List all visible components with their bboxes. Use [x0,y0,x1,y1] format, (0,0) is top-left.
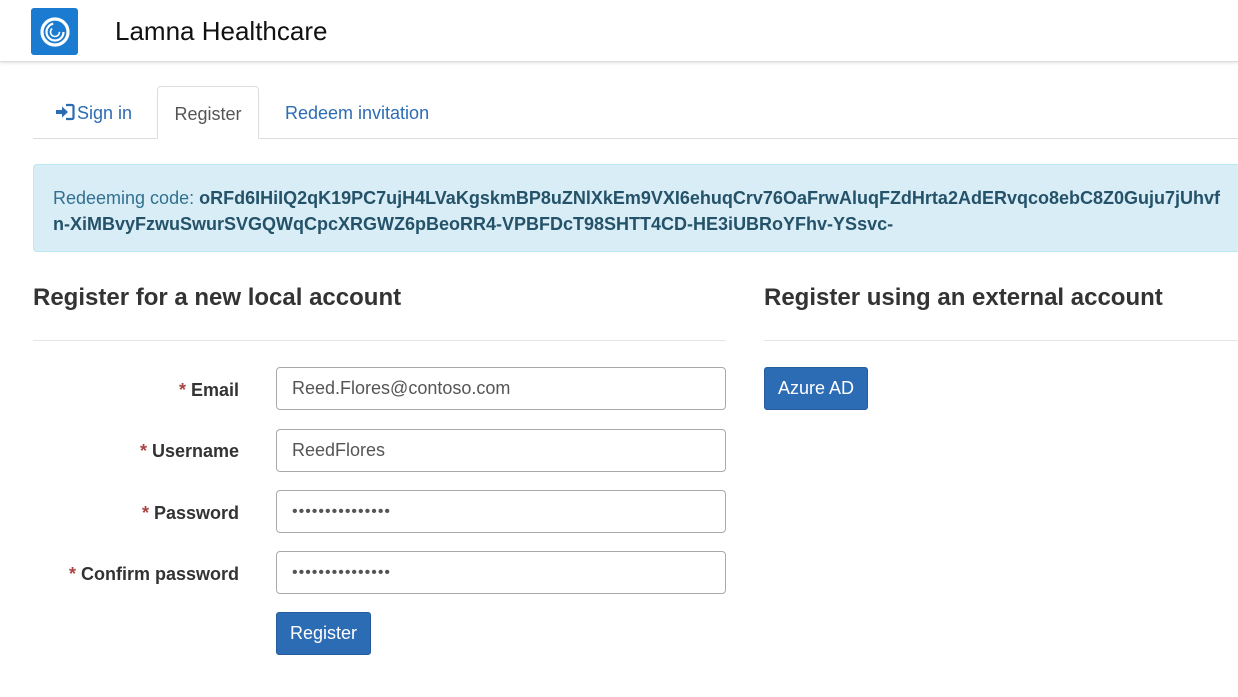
brand-logo-icon[interactable] [31,8,78,55]
tab-sign-in[interactable]: Sign in [55,86,132,138]
redeem-code-alert: Redeeming code: oRFd6IHiIQ2qK19PC7ujH4LV… [33,164,1238,252]
required-mark: * [141,503,149,523]
password-field[interactable]: ••••••••••••••• [276,490,726,533]
tab-sign-in-label: Sign in [77,103,133,123]
password-label-text: Password [153,503,239,523]
brand-name[interactable]: Lamna Healthcare [115,14,327,48]
confirm-password-label-text: Confirm password [80,564,239,584]
sign-in-icon [55,88,75,142]
required-mark: * [139,441,147,461]
tab-register-label: Register [174,104,242,124]
divider [764,340,1238,341]
username-field[interactable]: ReedFlores [276,429,726,472]
tab-redeem-invitation[interactable]: Redeem invitation [285,86,429,138]
email-field[interactable]: Reed.Flores@contoso.com [276,367,726,410]
email-label-text: Email [190,380,239,400]
password-label: * Password [33,501,239,525]
alert-prefix: Redeeming code: [53,188,200,208]
external-account-heading: Register using an external account [764,284,1163,311]
top-navbar: Lamna Healthcare [0,0,1238,62]
username-label: * Username [33,439,239,463]
email-label: * Email [33,378,239,402]
confirm-password-label: * Confirm password [33,562,239,586]
tab-register[interactable]: Register [157,86,259,139]
confirm-password-field[interactable]: ••••••••••••••• [276,551,726,594]
azure-ad-button[interactable]: Azure AD [764,367,868,410]
required-mark: * [68,564,76,584]
required-mark: * [178,380,186,400]
username-label-text: Username [151,441,239,461]
register-button[interactable]: Register [276,612,371,655]
divider [33,340,726,341]
tab-redeem-label: Redeem invitation [285,103,430,123]
local-account-heading: Register for a new local account [33,284,402,311]
invitation-code: oRFd6IHiIQ2qK19PC7ujH4LVaKgskmBP8uZNlXkE… [53,188,1220,234]
auth-tabs: Sign in Register Redeem invitation [33,86,1238,139]
